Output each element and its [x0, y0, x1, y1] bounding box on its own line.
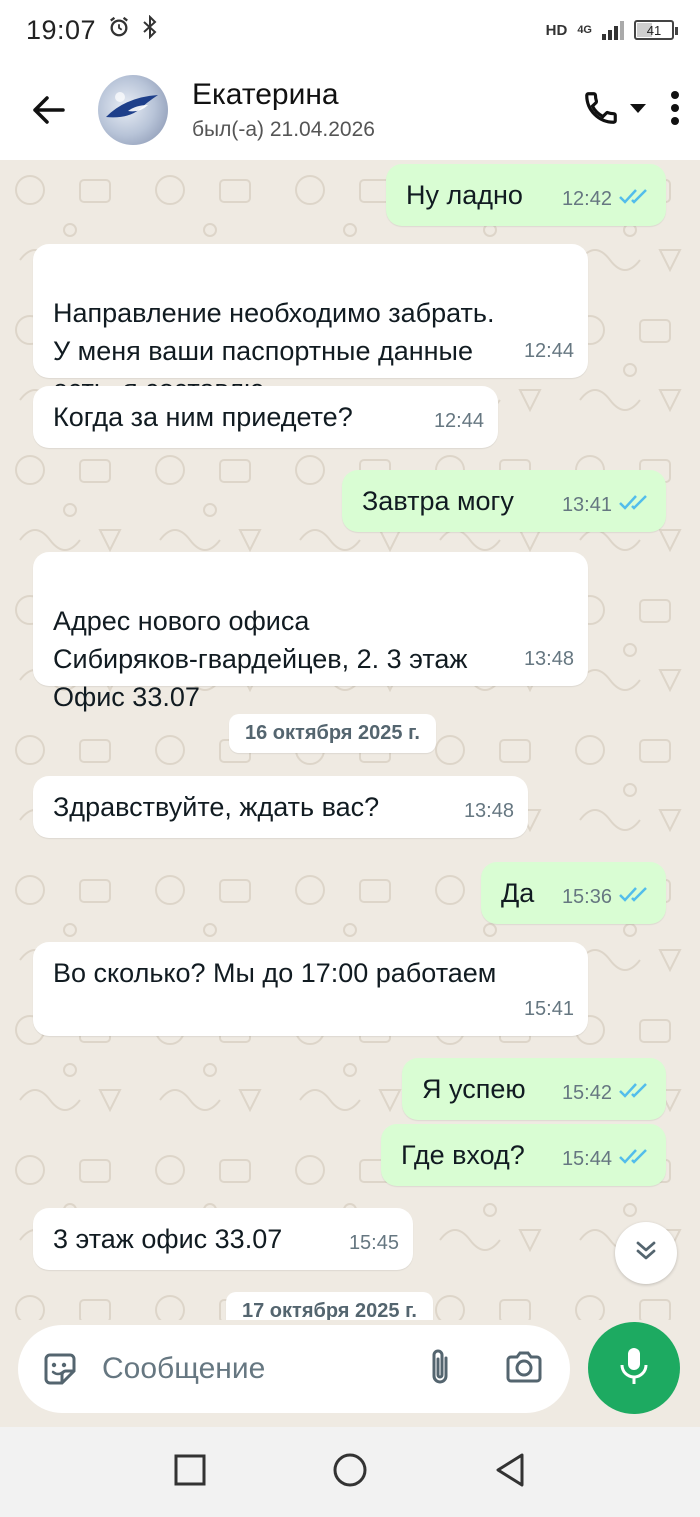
call-options-button[interactable]: [628, 85, 648, 135]
message-time: 12:42: [561, 188, 612, 210]
system-back-button[interactable]: [480, 1442, 540, 1502]
circle-icon: [332, 1452, 368, 1493]
message-text: Завтра могу: [362, 486, 514, 516]
message-time: 13:48: [463, 800, 514, 822]
read-checkmarks-icon: [618, 180, 652, 218]
call-button[interactable]: [582, 85, 620, 135]
message-input[interactable]: Сообщение: [102, 1352, 418, 1386]
read-checkmarks-icon: [618, 486, 652, 524]
camera-button[interactable]: [502, 1347, 546, 1391]
incoming-message[interactable]: Адрес нового офиса Сибиряков-гвардейцев,…: [33, 552, 588, 712]
message-text: Во сколько? Мы до 17:00 работаем: [53, 958, 497, 988]
phone-icon: [582, 89, 620, 132]
outgoing-message[interactable]: Где вход? 15:44: [381, 1124, 666, 1186]
message-text: Где вход?: [401, 1140, 525, 1170]
outgoing-message[interactable]: Да 15:36: [481, 862, 666, 924]
chat-header: Екатерина был(-а) 21.04.2026: [0, 60, 700, 160]
incoming-message[interactable]: 3 этаж офис 33.07 15:45: [33, 1208, 413, 1270]
triangle-back-icon: [494, 1452, 526, 1493]
message-time: 15:42: [561, 1082, 612, 1104]
incoming-message[interactable]: Когда за ним приедете? 12:44: [33, 386, 498, 448]
message-time: 12:44: [433, 410, 484, 432]
message-time: 15:36: [561, 886, 612, 908]
battery-level: 41: [646, 22, 662, 38]
date-separator: 16 октября 2025 г.: [229, 714, 436, 753]
message-time: 15:44: [561, 1148, 612, 1170]
bluetooth-icon: [142, 14, 158, 45]
message-text: Да: [501, 878, 535, 908]
alarm-icon: [108, 16, 130, 44]
message-time: 13:41: [561, 494, 612, 516]
system-navigation-bar: [0, 1427, 700, 1517]
message-text: 3 этаж офис 33.07: [53, 1224, 283, 1254]
double-chevron-down-icon: [632, 1237, 660, 1270]
recent-apps-button[interactable]: [160, 1442, 220, 1502]
status-time: 19:07: [26, 14, 97, 45]
square-icon: [174, 1454, 206, 1491]
back-arrow-icon[interactable]: [18, 80, 78, 140]
avatar[interactable]: [98, 75, 168, 145]
message-time: 15:41: [523, 998, 574, 1020]
menu-button[interactable]: [670, 85, 680, 135]
chat-area[interactable]: Ну ладно 12:42 Направление необходимо за…: [0, 160, 700, 1320]
message-time: 12:44: [523, 340, 574, 362]
attach-button[interactable]: [418, 1347, 462, 1391]
hd-indicator: HD: [545, 21, 568, 39]
outgoing-message[interactable]: Завтра могу 13:41: [342, 470, 666, 532]
battery-icon: 41: [634, 20, 678, 40]
status-bar: 19:07 HD 4G 41: [0, 0, 700, 60]
more-vertical-icon: [670, 90, 680, 131]
read-checkmarks-icon: [618, 1140, 652, 1178]
contact-info[interactable]: Екатерина был(-а) 21.04.2026: [192, 78, 375, 142]
voice-message-button[interactable]: [588, 1322, 680, 1414]
message-text: Когда за ним приедете?: [53, 402, 353, 432]
signal-icon: [602, 20, 624, 40]
emoji-sticker-icon[interactable]: [38, 1347, 82, 1391]
read-checkmarks-icon: [618, 1074, 652, 1112]
date-separator: 17 октября 2025 г.: [226, 1292, 433, 1320]
incoming-message[interactable]: Во сколько? Мы до 17:00 работаем 15:41: [33, 942, 588, 1036]
outgoing-message[interactable]: Ну ладно 12:42: [386, 164, 666, 226]
outgoing-message[interactable]: Я успею 15:42: [402, 1058, 666, 1120]
message-time: 15:45: [348, 1232, 399, 1254]
scroll-to-bottom-button[interactable]: [615, 1222, 677, 1284]
caret-down-icon: [628, 101, 648, 120]
read-checkmarks-icon: [618, 878, 652, 916]
contact-name: Екатерина: [192, 78, 339, 111]
paperclip-icon: [426, 1346, 454, 1393]
message-time: 13:48: [523, 648, 574, 670]
last-seen-status: был(-а) 21.04.2026: [192, 118, 375, 141]
camera-icon: [504, 1350, 544, 1389]
message-text: Здравствуйте, ждать вас?: [53, 792, 380, 822]
message-text: Я успею: [422, 1074, 526, 1104]
incoming-message[interactable]: Здравствуйте, ждать вас? 13:48: [33, 776, 528, 838]
message-text: Ну ладно: [406, 180, 523, 210]
incoming-message[interactable]: Направление необходимо забрать. У меня в…: [33, 244, 588, 404]
message-composer: Сообщение: [18, 1325, 570, 1413]
network-type: 4G: [577, 24, 592, 36]
microphone-icon: [619, 1345, 649, 1392]
home-button[interactable]: [320, 1442, 380, 1502]
